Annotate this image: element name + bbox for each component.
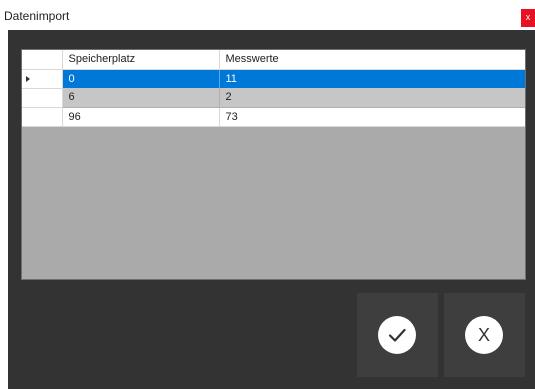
table-row[interactable]: 96 73: [22, 107, 525, 127]
cell-speicherplatz[interactable]: 0: [62, 69, 220, 88]
confirm-button[interactable]: [357, 293, 438, 377]
cancel-button[interactable]: X: [444, 293, 525, 377]
data-grid[interactable]: Speicherplatz Messwerte 0 11 6 2 96 73: [21, 49, 526, 280]
title-bar[interactable]: Datenimport x: [0, 0, 535, 30]
row-header[interactable]: [22, 88, 63, 108]
column-header-messwerte[interactable]: Messwerte: [219, 50, 525, 70]
cell-messwerte[interactable]: 73: [219, 107, 525, 127]
cell-messwerte[interactable]: 11: [219, 69, 525, 88]
cell-speicherplatz[interactable]: 6: [62, 88, 220, 108]
x-icon: X: [465, 316, 503, 354]
column-header-speicherplatz[interactable]: Speicherplatz: [62, 50, 220, 70]
dialog-content: Speicherplatz Messwerte 0 11 6 2 96 73 X: [8, 30, 535, 389]
table-row[interactable]: 0 11: [22, 69, 525, 89]
row-header[interactable]: [22, 69, 63, 89]
current-row-icon: [26, 75, 30, 82]
corner-header-cell[interactable]: [22, 50, 63, 70]
dialog-window: Datenimport x Speicherplatz Messwerte 0 …: [0, 0, 535, 389]
x-glyph: X: [477, 325, 490, 345]
checkmark-icon: [378, 316, 416, 354]
cell-speicherplatz[interactable]: 96: [62, 107, 220, 127]
window-title: Datenimport: [4, 9, 70, 23]
row-header[interactable]: [22, 107, 63, 127]
table-row[interactable]: 6 2: [22, 88, 525, 108]
grid-header-row: Speicherplatz Messwerte: [22, 50, 525, 70]
cell-messwerte[interactable]: 2: [219, 88, 525, 108]
close-button[interactable]: x: [521, 9, 535, 27]
